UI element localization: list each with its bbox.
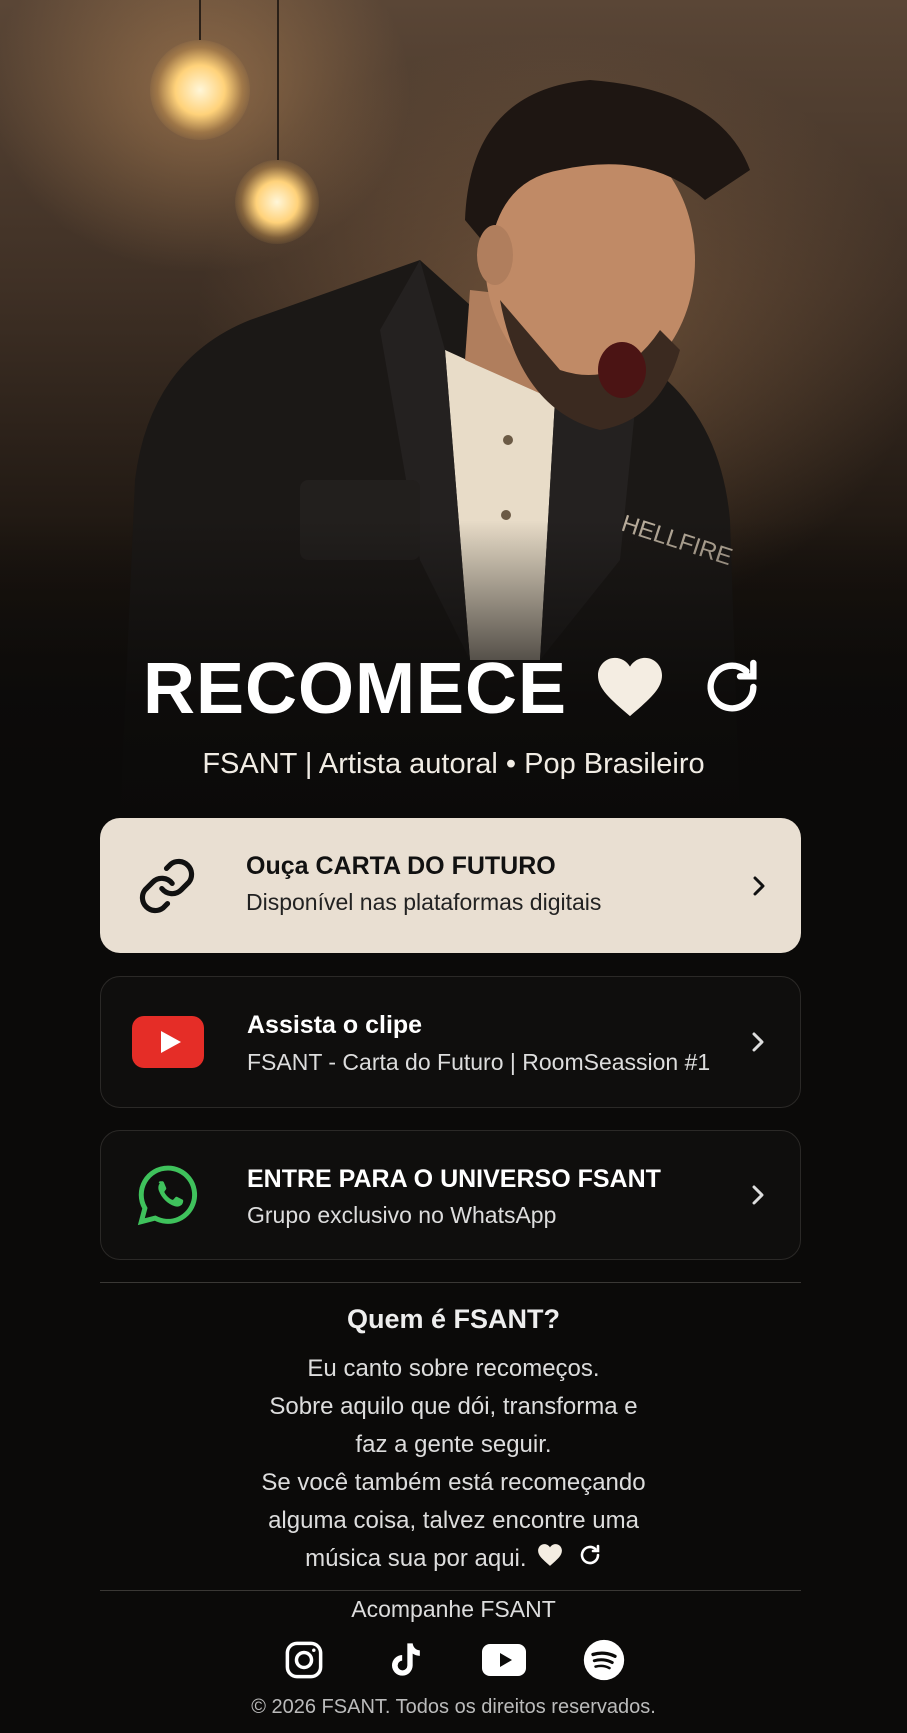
heart-icon (537, 1541, 563, 1579)
watch-clip-card[interactable]: Assista o clipe FSANT - Carta do Futuro … (100, 976, 801, 1108)
about-line: Sobre aquilo que dói, transforma e (269, 1393, 638, 1420)
about-line: Se você também está recomeçando (261, 1469, 646, 1496)
refresh-icon (578, 1541, 602, 1579)
refresh-icon (700, 655, 764, 724)
hero-subtitle: FSANT | Artista autoral • Pop Brasileiro (202, 748, 705, 780)
hero-title-row: RECOMECE (0, 648, 907, 730)
divider (100, 1282, 801, 1283)
social-links (0, 1636, 907, 1684)
divider (100, 1590, 801, 1591)
about-line: Eu canto sobre recomeços. (307, 1355, 600, 1382)
card-title: ENTRE PARA O UNIVERSO FSANT (247, 1165, 661, 1193)
about-line: música sua por aqui. (305, 1545, 527, 1572)
card-subtitle: FSANT - Carta do Futuro | RoomSeassion #… (247, 1049, 711, 1075)
instagram-icon[interactable] (280, 1636, 328, 1684)
link-icon (130, 849, 204, 923)
youtube-icon[interactable] (480, 1636, 528, 1684)
whatsapp-group-card[interactable]: ENTRE PARA O UNIVERSO FSANT Grupo exclus… (100, 1130, 801, 1260)
whatsapp-icon (131, 1158, 205, 1232)
youtube-icon (131, 1005, 205, 1079)
listen-carta-do-futuro-card[interactable]: Ouça CARTA DO FUTURO Disponível nas plat… (100, 818, 801, 953)
about-line: faz a gente seguir. (355, 1431, 552, 1458)
about-line: alguma coisa, talvez encontre uma (268, 1507, 639, 1534)
card-title: Assista o clipe (247, 1011, 423, 1039)
card-title: Ouça CARTA DO FUTURO (246, 852, 556, 880)
chevron-right-icon (746, 1183, 770, 1207)
card-subtitle: Grupo exclusivo no WhatsApp (247, 1202, 557, 1228)
chevron-right-icon (747, 874, 771, 898)
copyright: © 2026 FSANT. Todos os direitos reservad… (251, 1696, 656, 1718)
card-subtitle: Disponível nas plataformas digitais (246, 889, 602, 915)
about-title: Quem é FSANT? (346, 1304, 561, 1334)
about-last-line: música sua por aqui. (0, 1540, 907, 1579)
about-text: Eu canto sobre recomeços. Sobre aquilo q… (0, 1350, 907, 1579)
heart-icon (594, 655, 666, 724)
chevron-right-icon (746, 1030, 770, 1054)
tiktok-icon[interactable] (380, 1636, 428, 1684)
spotify-icon[interactable] (580, 1636, 628, 1684)
hero-title: RECOMECE (143, 649, 568, 729)
follow-label: Acompanhe FSANT (351, 1596, 556, 1622)
